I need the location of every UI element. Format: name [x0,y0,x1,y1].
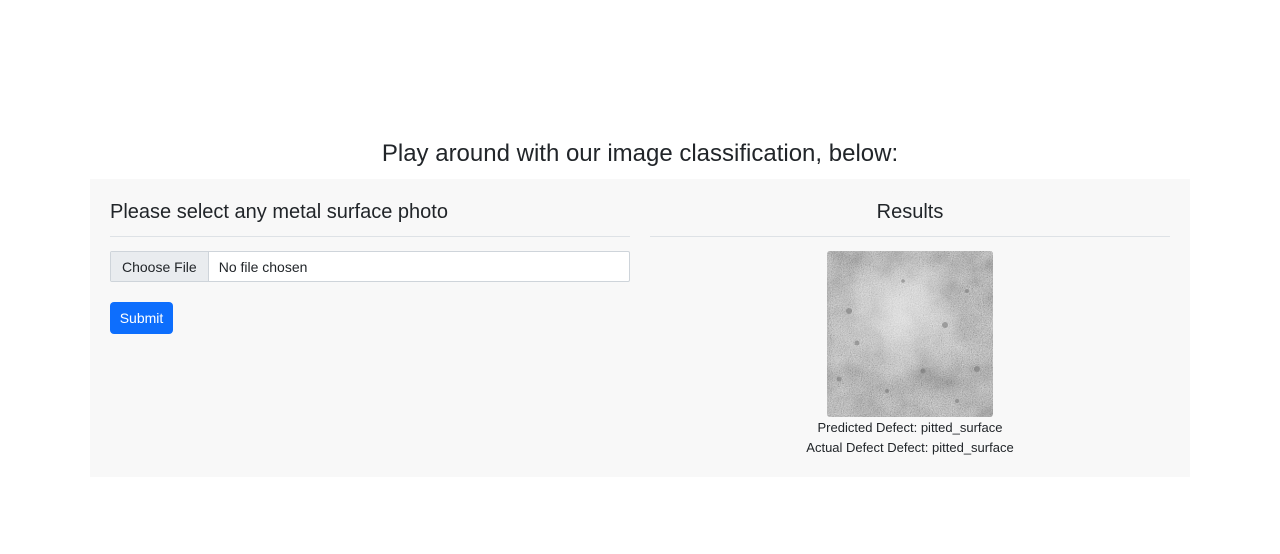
results-title: Results [650,179,1170,237]
page-heading: Play around with our image classificatio… [381,140,899,167]
upload-column: Please select any metal surface photo Ch… [110,179,630,334]
results-column: Results Predicted Defect: pitted_surface… [650,179,1170,455]
result-surface-image [827,251,993,417]
actual-defect-label: Actual Defect Defect: pitted_surface [806,440,1014,455]
submit-button[interactable]: Submit [110,302,173,334]
classification-panel: Please select any metal surface photo Ch… [90,179,1190,477]
file-status-text: No file chosen [218,258,308,275]
predicted-defect-label: Predicted Defect: pitted_surface [817,420,1003,435]
upload-title: Please select any metal surface photo [110,179,630,237]
choose-file-button[interactable]: Choose File [111,252,209,281]
file-input[interactable]: Choose File No file chosen [110,251,630,282]
